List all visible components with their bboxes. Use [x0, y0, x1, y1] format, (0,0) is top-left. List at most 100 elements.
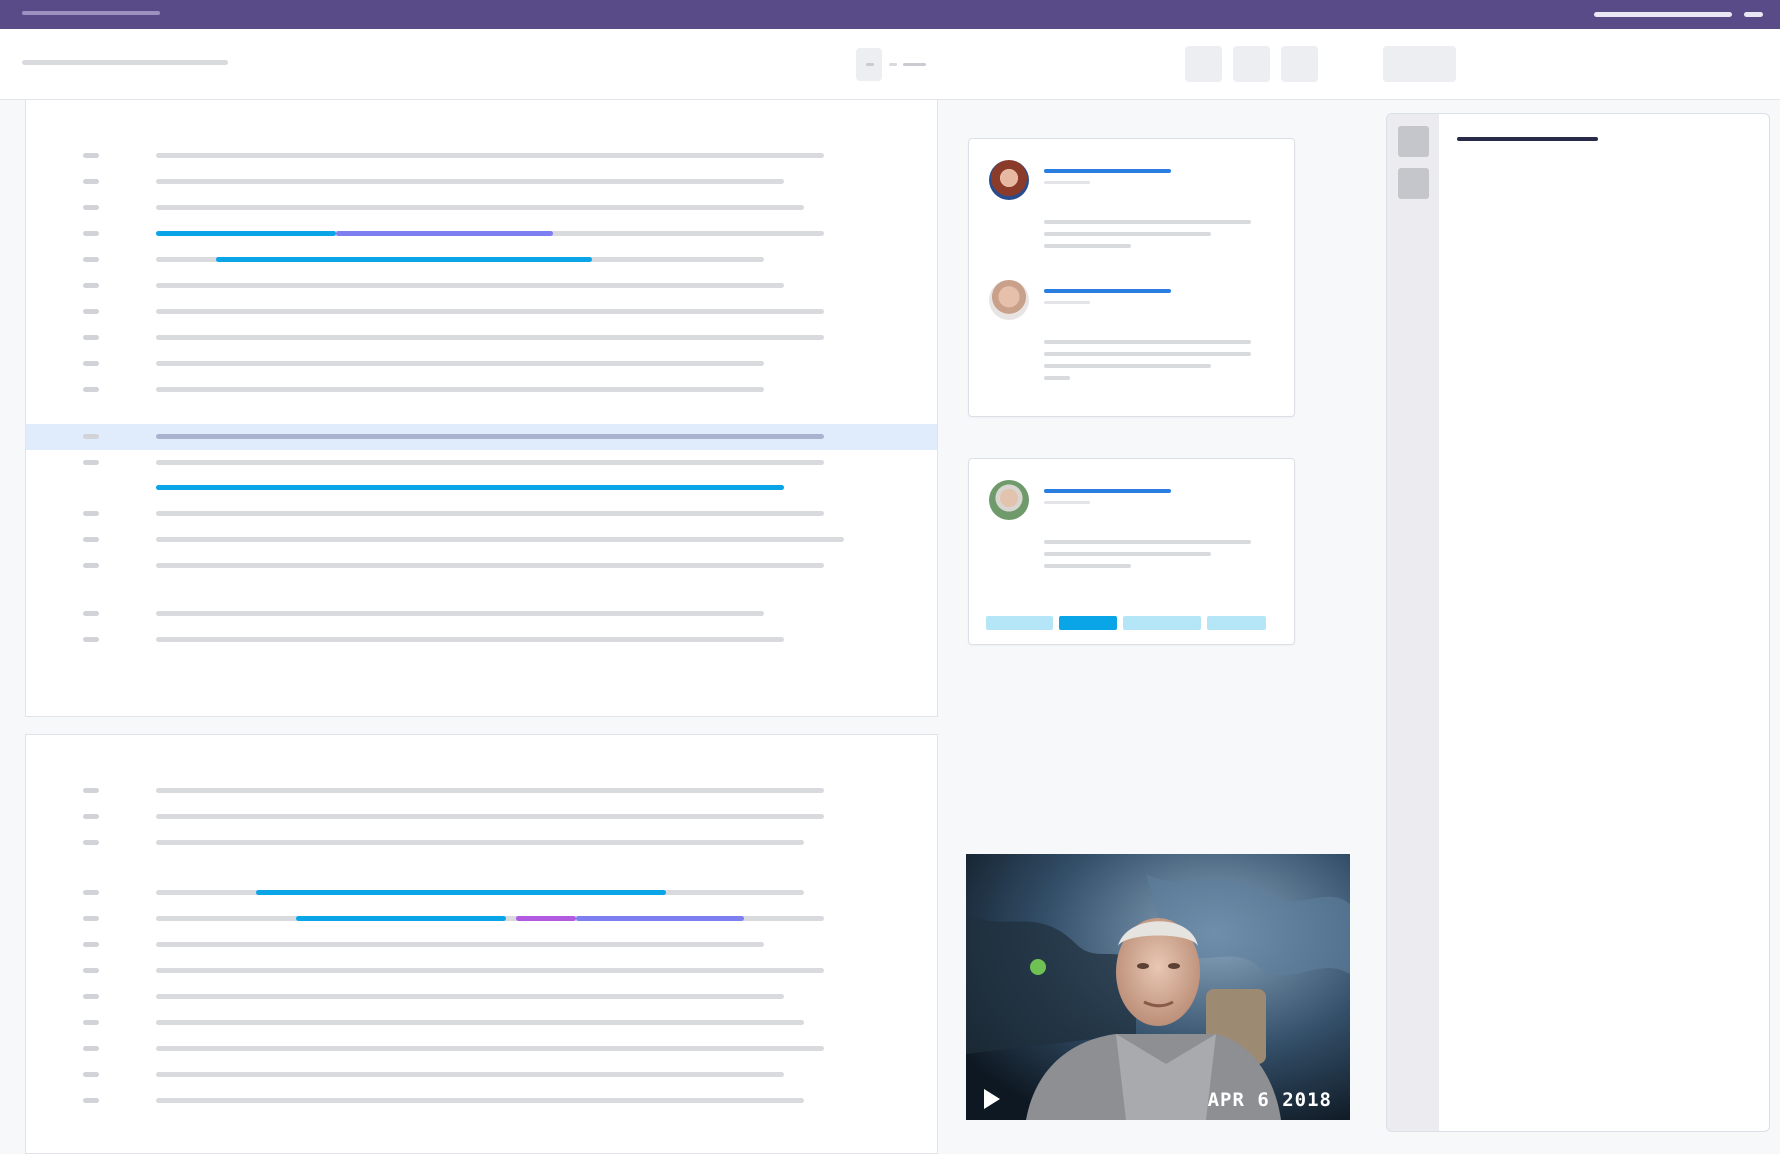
toolbar-action-button-3[interactable] [1281, 46, 1318, 82]
toolbar [0, 29, 1780, 100]
document-title-placeholder [22, 60, 228, 65]
transcript-line[interactable] [156, 460, 824, 465]
timestamp-marker[interactable] [83, 511, 99, 516]
video-thumbnail [966, 854, 1350, 1120]
comment-text-line [1044, 244, 1131, 248]
timestamp-marker[interactable] [83, 840, 99, 845]
transcript-highlight[interactable] [576, 916, 744, 921]
transcript-line[interactable] [156, 153, 824, 158]
transcript-line[interactable] [156, 537, 844, 542]
timestamp-marker[interactable] [83, 1072, 99, 1077]
transcript-line[interactable] [156, 814, 824, 819]
transcript-line[interactable] [156, 1072, 784, 1077]
timestamp-marker[interactable] [83, 179, 99, 184]
transcript-line[interactable] [156, 309, 824, 314]
transcript-highlight[interactable] [216, 257, 592, 262]
rail-button-1[interactable] [1398, 126, 1429, 157]
commenter-name[interactable] [1044, 489, 1171, 493]
timestamp-marker[interactable] [83, 637, 99, 642]
transcript-panel-2 [25, 734, 938, 1154]
timestamp-marker[interactable] [83, 611, 99, 616]
transcript-highlight[interactable] [336, 231, 553, 236]
commenter-name[interactable] [1044, 289, 1171, 293]
comment-text-line [1044, 540, 1251, 544]
timestamp-marker[interactable] [83, 257, 99, 262]
timestamp-marker[interactable] [83, 205, 99, 210]
transcript-highlight[interactable] [156, 231, 336, 236]
transcript-line[interactable] [156, 968, 824, 973]
transcript-line[interactable] [156, 283, 784, 288]
comment-text-line [1044, 552, 1211, 556]
toolbar-action-button-1[interactable] [1185, 46, 1222, 82]
comment-text-line [1044, 564, 1131, 568]
transcript-line[interactable] [156, 511, 824, 516]
timestamp-marker[interactable] [83, 1020, 99, 1025]
timestamp-marker[interactable] [83, 788, 99, 793]
window-title-bar [0, 0, 1780, 29]
timestamp-marker[interactable] [83, 537, 99, 542]
timestamp-marker[interactable] [83, 563, 99, 568]
toolbar-action-button-2[interactable] [1233, 46, 1270, 82]
transcript-line[interactable] [156, 942, 764, 947]
timestamp-marker[interactable] [83, 890, 99, 895]
transcript-highlight[interactable] [296, 916, 506, 921]
comment-text-line [1044, 352, 1251, 356]
timestamp-marker[interactable] [83, 968, 99, 973]
tag-chip-3[interactable] [1123, 616, 1201, 630]
comment-timestamp [1044, 301, 1090, 304]
tag-chip-1[interactable] [986, 616, 1053, 630]
transcript-highlight[interactable] [256, 890, 666, 895]
account-button-placeholder[interactable] [1744, 12, 1763, 17]
tag-chip-4[interactable] [1207, 616, 1266, 630]
timestamp-marker[interactable] [83, 1098, 99, 1103]
transcript-line[interactable] [156, 1098, 804, 1103]
timestamp-marker[interactable] [83, 814, 99, 819]
transcript-line[interactable] [156, 179, 784, 184]
timestamp-marker[interactable] [83, 335, 99, 340]
transcript-line[interactable] [156, 611, 764, 616]
app-title-placeholder [22, 11, 160, 15]
avatar-bald-man [989, 280, 1029, 320]
transcript-line[interactable] [156, 335, 824, 340]
timestamp-marker[interactable] [83, 942, 99, 947]
video-date-label: APR 6 2018 [1207, 1089, 1332, 1111]
timestamp-marker[interactable] [83, 387, 99, 392]
transcript-line[interactable] [156, 1020, 804, 1025]
transcript-line[interactable] [156, 563, 824, 568]
timestamp-marker[interactable] [83, 994, 99, 999]
toolbar-primary-button[interactable] [1383, 46, 1456, 82]
timestamp-marker[interactable] [83, 460, 99, 465]
timestamp-marker[interactable] [83, 916, 99, 921]
timestamp-marker[interactable] [83, 153, 99, 158]
timestamp-marker[interactable] [83, 434, 99, 439]
transcript-line[interactable] [156, 361, 764, 366]
rail-button-2[interactable] [1398, 168, 1429, 199]
transcript-line[interactable] [156, 788, 824, 793]
timestamp-marker[interactable] [83, 1046, 99, 1051]
timestamp-marker[interactable] [83, 283, 99, 288]
user-menu-placeholder[interactable] [1594, 12, 1732, 17]
transcript-line[interactable] [156, 387, 764, 392]
play-icon[interactable] [982, 1088, 1002, 1110]
timestamp-marker[interactable] [83, 361, 99, 366]
transcript-panel [25, 99, 938, 717]
video-player[interactable]: APR 6 2018 [966, 854, 1350, 1120]
commenter-name[interactable] [1044, 169, 1171, 173]
tag-chip-2-active[interactable] [1059, 616, 1117, 630]
side-panel-title-placeholder [1457, 137, 1598, 141]
transcript-line[interactable] [156, 840, 804, 845]
transcript-line[interactable] [156, 637, 784, 642]
comment-thread-card[interactable] [968, 138, 1295, 417]
transcript-highlight[interactable] [516, 916, 576, 921]
zoom-separator [889, 63, 897, 66]
comment-text-line [1044, 364, 1211, 368]
timestamp-marker[interactable] [83, 231, 99, 236]
zoom-value-placeholder [903, 63, 926, 66]
transcript-line[interactable] [156, 205, 804, 210]
timestamp-marker[interactable] [83, 309, 99, 314]
transcript-line[interactable] [156, 1046, 824, 1051]
transcript-line[interactable] [156, 994, 784, 999]
transcript-highlight[interactable] [156, 485, 784, 490]
comment-text-line [1044, 220, 1251, 224]
transcript-line[interactable] [156, 434, 824, 439]
